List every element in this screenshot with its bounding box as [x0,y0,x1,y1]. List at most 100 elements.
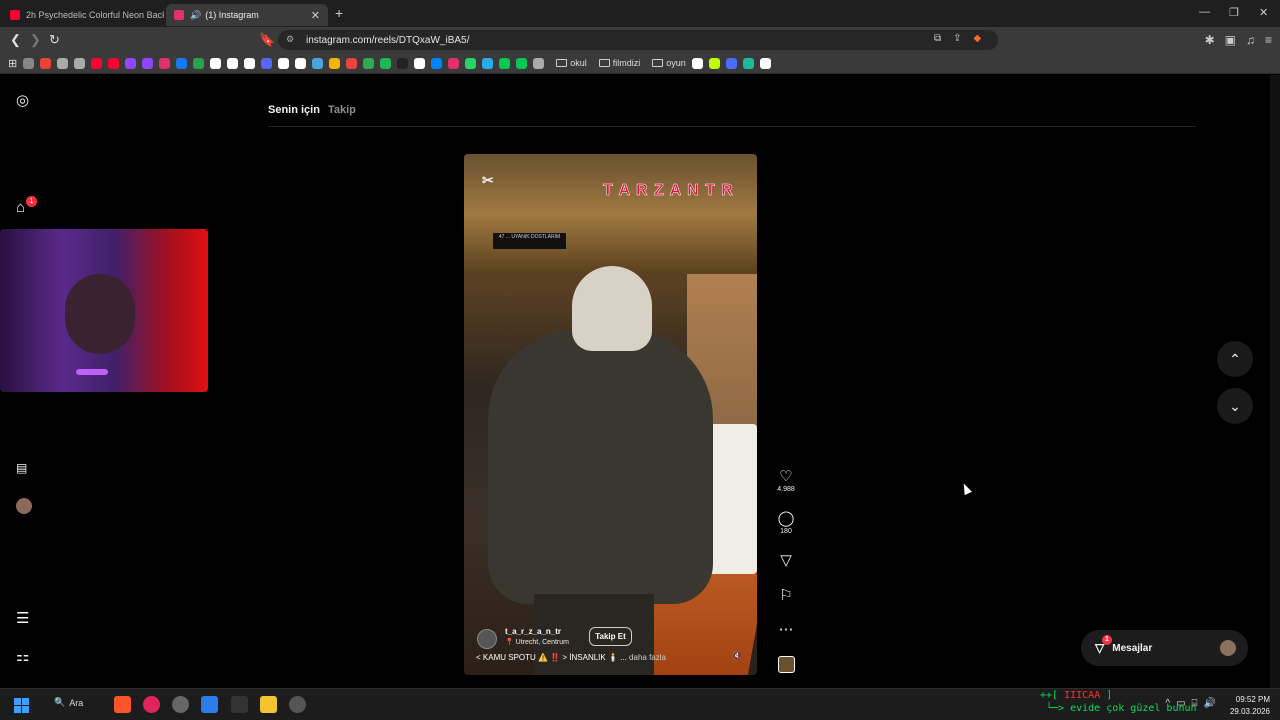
clock[interactable]: 09:52 PM 29.03.2026 [1230,694,1270,718]
bookmark-site-icon[interactable] [329,57,341,69]
capcut-app-icon[interactable] [231,696,248,713]
extensions-icon[interactable]: ✱ [1205,33,1215,47]
meta-apps-icon[interactable]: ⚏ [16,647,29,665]
bookmark-site-icon[interactable] [278,57,290,69]
volume-icon[interactable]: 🔊 [1204,698,1216,709]
wallet-icon[interactable]: ▣ [1225,33,1236,47]
steam-app-icon[interactable] [289,696,306,713]
tab-for-you[interactable]: Senin için [268,104,320,116]
bookmark-site-icon[interactable] [74,57,86,69]
back-button[interactable]: ❮ [10,32,21,48]
forward-button[interactable]: ❯ [30,32,41,48]
tab-instagram[interactable]: 🔊 (1) Instagram ✕ [166,4,328,26]
bookmark-site-icon[interactable] [516,57,528,69]
bookmark-site-icon[interactable] [533,57,545,69]
author-username[interactable]: t_a_r_z_a_n_tr [505,627,561,636]
tab-following[interactable]: Takip [328,104,356,116]
bookmark-site-icon[interactable] [363,57,375,69]
bookmark-icon[interactable]: 🔖 [259,32,275,48]
bookmark-site-icon[interactable] [448,57,460,69]
bookmark-site-icon[interactable] [244,57,256,69]
follow-button[interactable]: Takip Et [589,627,632,646]
network-icon[interactable]: ⌸ [1192,698,1198,709]
author-location[interactable]: 📍 Utrecht, Centrum [505,638,569,646]
bookmark-site-icon[interactable] [414,57,426,69]
bookmark-site-icon[interactable] [57,57,69,69]
new-tab-button[interactable]: + [335,5,343,21]
audio-thumbnail[interactable] [778,656,795,673]
file-explorer-icon[interactable] [260,696,277,713]
bookmark-site-icon[interactable] [176,57,188,69]
share-icon[interactable]: ⇪ [953,33,961,44]
bookmark-folder[interactable]: okul [556,58,587,68]
tray-expand-icon[interactable]: ^ [1165,698,1170,709]
save-button[interactable]: ⚐ [772,586,800,604]
bookmark-folder[interactable]: filmdizi [598,58,640,68]
more-menu-icon[interactable]: ☰ [16,609,29,627]
bookmark-site-icon[interactable] [23,57,35,69]
bookmark-site-icon[interactable] [397,57,409,69]
reload-button[interactable]: ↻ [49,32,60,48]
profile-avatar[interactable] [16,498,32,514]
share-button[interactable]: ▽ [772,551,800,569]
close-window-button[interactable]: ✕ [1259,6,1268,19]
more-options-button[interactable]: ⋯ [772,620,800,638]
bookmark-site-icon[interactable] [125,57,137,69]
bookmark-site-icon[interactable] [465,57,477,69]
page-scrollbar[interactable] [1270,75,1280,688]
windows-start-icon[interactable] [14,698,29,713]
shield-icon[interactable]: ◆ [974,33,982,44]
bookmark-site-icon[interactable] [759,57,771,69]
reel-caption[interactable]: < KAMU SPOTU ⚠️ ‼️ > İNSANLIK 🕯️ ... dah… [476,653,666,662]
display-icon[interactable]: ▭ [1176,698,1185,709]
menu-icon[interactable]: ≡ [1265,33,1272,47]
reel-video[interactable]: ✂ T A R Z A N T R 47 ... UYANIK DOSTLARI… [464,154,757,675]
bookmark-site-icon[interactable] [40,57,52,69]
media-player-app-icon[interactable] [143,696,160,713]
bookmark-site-icon[interactable] [261,57,273,69]
bookmark-site-icon[interactable] [380,57,392,69]
next-reel-button[interactable]: ⌄ [1217,388,1253,424]
more-link[interactable]: daha fazla [629,653,666,662]
like-button[interactable]: ♡ 4.988 [772,467,800,493]
bookmark-site-icon[interactable] [227,57,239,69]
brave-app-icon[interactable] [114,696,131,713]
bookmark-site-icon[interactable] [193,57,205,69]
tab-youtube[interactable]: 2h Psychedelic Colorful Neon Backgro [2,4,164,26]
site-info-icon[interactable]: ⚙ [286,34,294,45]
address-bar[interactable]: ⚙ instagram.com/reels/DTQxaW_iBA5/ [278,30,998,50]
home-icon[interactable]: ⌂ [16,199,25,216]
create-icon[interactable]: ▤ [16,461,27,475]
instagram-logo-icon[interactable]: ◎ [16,91,29,109]
comment-button[interactable]: ◯ 180 [772,509,800,535]
mute-icon[interactable]: 🔇 [732,651,742,660]
restore-button[interactable]: ❐ [1229,6,1239,19]
bookmark-site-icon[interactable] [346,57,358,69]
bookmark-site-icon[interactable] [691,57,703,69]
bookmark-site-icon[interactable] [708,57,720,69]
obs-app-icon[interactable] [172,696,189,713]
bookmark-site-icon[interactable] [499,57,511,69]
messages-button[interactable]: ▽ 1 Mesajlar [1081,630,1248,666]
bookmark-site-icon[interactable] [159,57,171,69]
author-avatar[interactable] [477,629,497,649]
bookmark-site-icon[interactable] [108,57,120,69]
music-icon[interactable]: ♫ [1246,33,1255,47]
bookmark-site-icon[interactable] [725,57,737,69]
minimize-button[interactable]: — [1199,6,1210,18]
photos-app-icon[interactable] [201,696,218,713]
close-tab-icon[interactable]: ✕ [311,9,320,22]
taskbar-search[interactable]: 🔍 Ara [54,697,83,708]
apps-grid-icon[interactable]: ⊞ [8,57,17,70]
bookmark-site-icon[interactable] [91,57,103,69]
bookmark-folder[interactable]: oyun [652,58,686,68]
bookmark-site-icon[interactable] [312,57,324,69]
bookmark-site-icon[interactable] [210,57,222,69]
bookmark-site-icon[interactable] [431,57,443,69]
previous-reel-button[interactable]: ⌃ [1217,341,1253,377]
bookmark-site-icon[interactable] [482,57,494,69]
bookmark-site-icon[interactable] [295,57,307,69]
bookmark-site-icon[interactable] [142,57,154,69]
bookmark-site-icon[interactable] [742,57,754,69]
open-external-icon[interactable]: ⧉ [934,33,941,44]
